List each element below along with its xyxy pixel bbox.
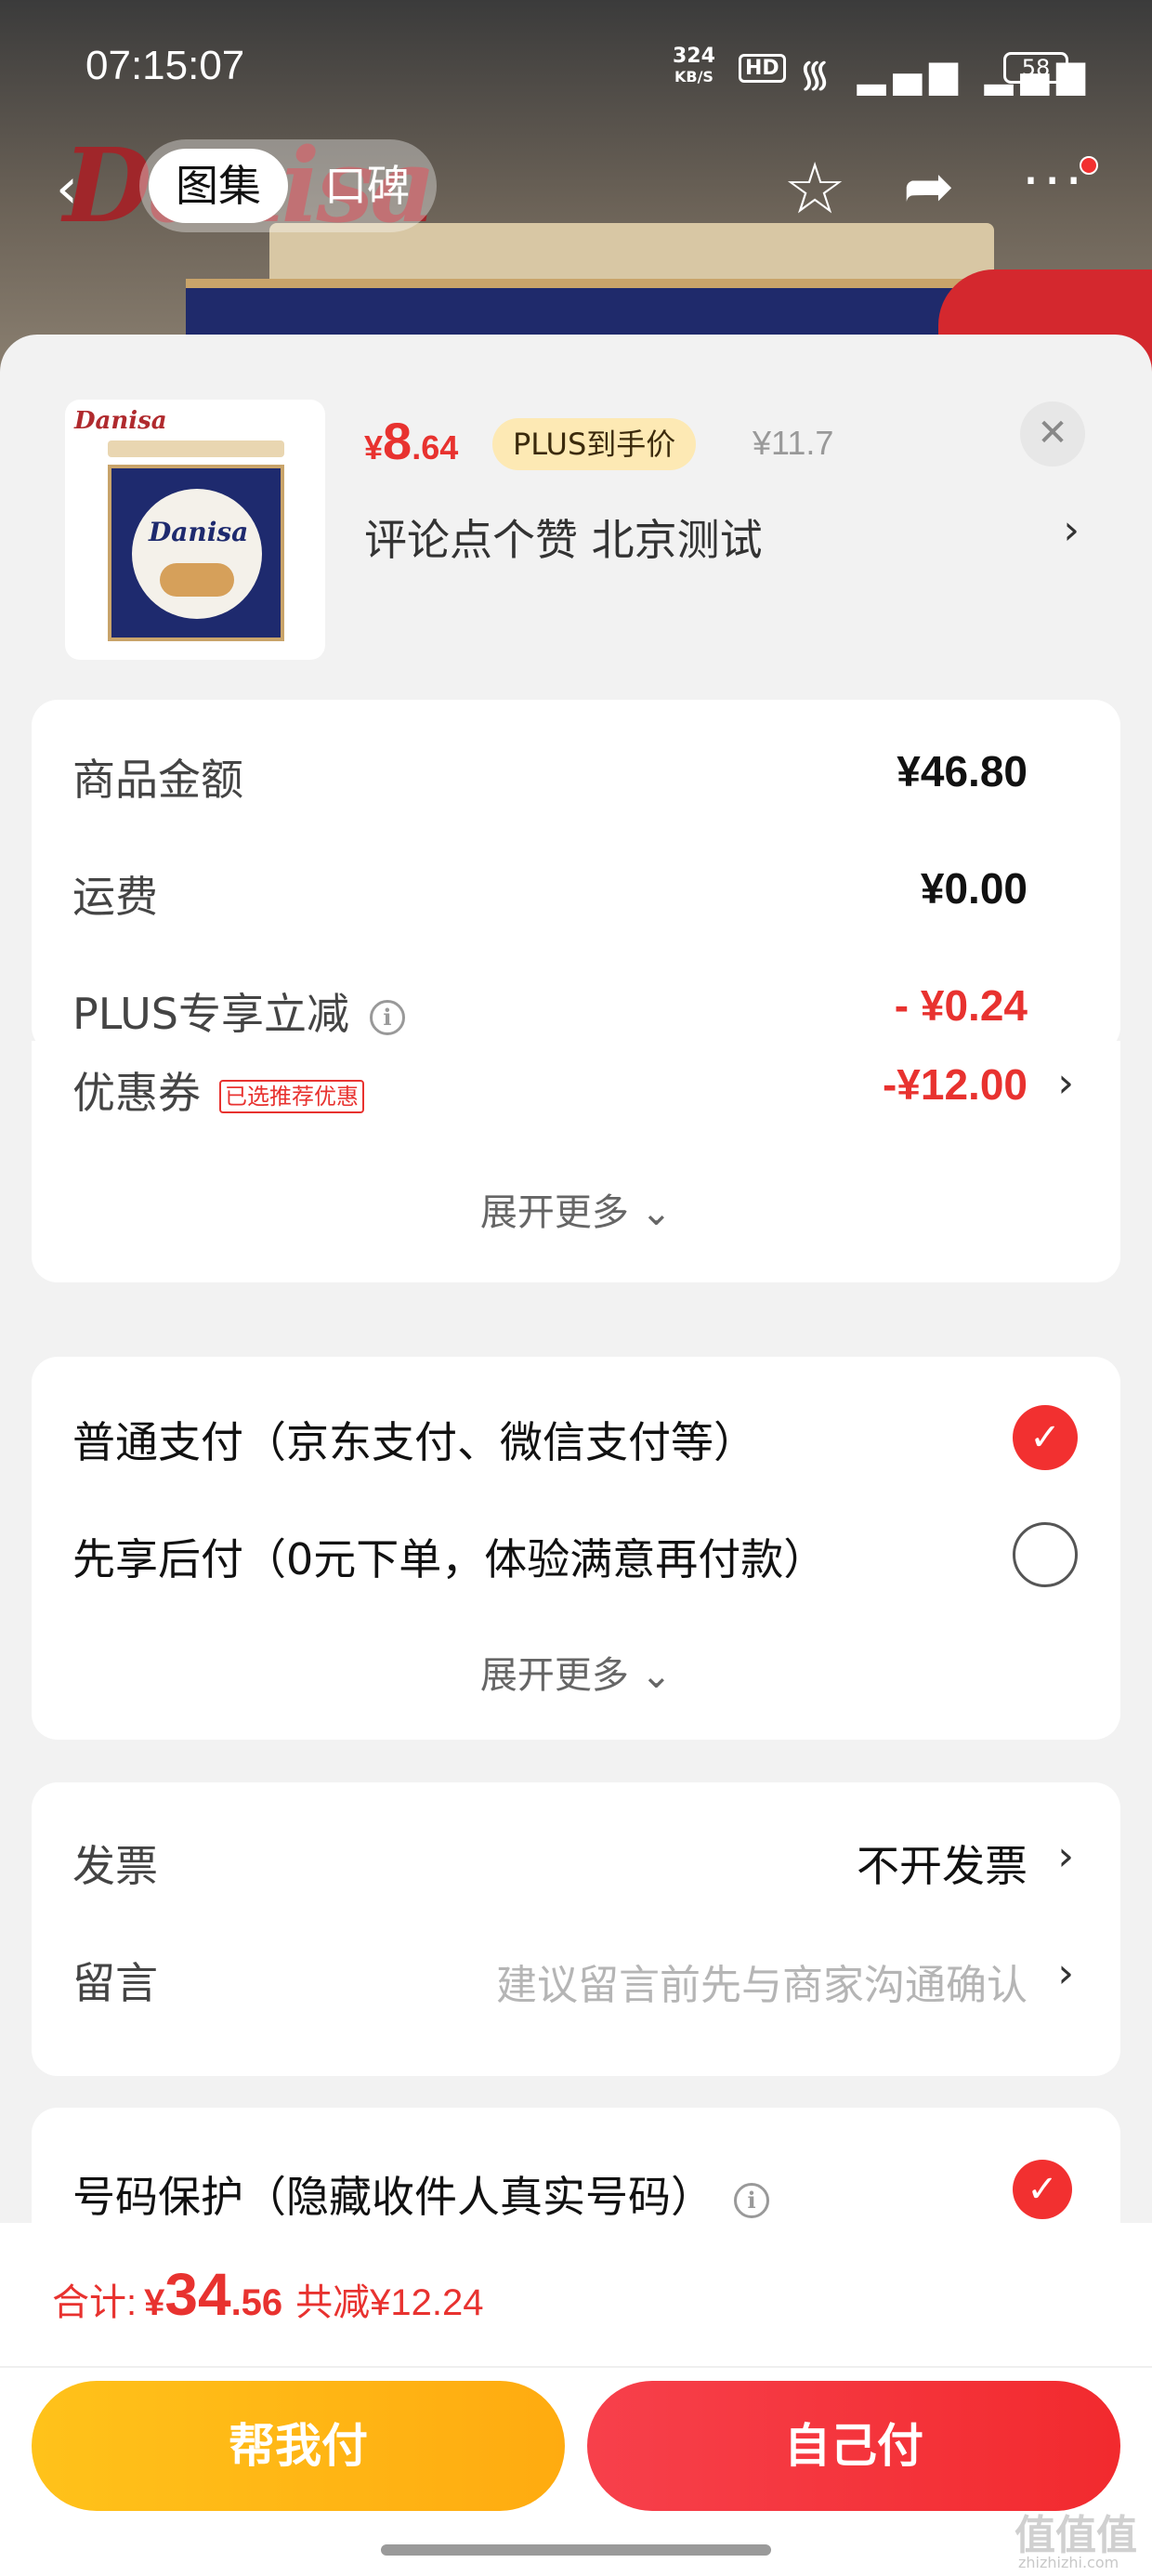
segment-control: 图集 口碑 — [139, 139, 437, 232]
watermark-url: zhizhizhi.com — [1018, 2554, 1119, 2571]
price-decimal: .64 — [412, 428, 459, 467]
battery-icon: 58 — [1003, 52, 1068, 84]
notification-dot — [1080, 156, 1098, 175]
message-input[interactable]: 建议留言前先与商家沟通确认 — [496, 1952, 1028, 2011]
tin-brand-logo: Danisa — [149, 517, 249, 547]
thumbnail-brand-logo: Danisa — [74, 407, 167, 435]
home-indicator[interactable] — [381, 2544, 771, 2556]
share-icon[interactable]: ➦ — [903, 151, 954, 222]
network-speed-value: 324 — [673, 45, 715, 68]
payment-later-radio[interactable] — [1013, 1522, 1078, 1587]
favorite-star-icon[interactable]: ☆ — [783, 147, 846, 230]
payment-normal-radio-checked[interactable]: ✓ — [1013, 1405, 1078, 1470]
coupon-value: -¥12.00 — [882, 1060, 1028, 1109]
goods-amount-value: ¥46.80 — [897, 747, 1028, 795]
network-speed: 324 KB/S — [673, 46, 715, 87]
coupon-label: 优惠券 — [72, 1068, 201, 1118]
total-decimal: .56 — [230, 2282, 283, 2323]
cookie-shape — [160, 563, 234, 597]
pay-myself-button[interactable]: 自己付 — [587, 2381, 1120, 2511]
chevron-right-icon[interactable]: › — [1057, 1059, 1074, 1107]
tab-gallery[interactable]: 图集 — [149, 149, 288, 223]
expand-more-button[interactable]: 展开更多 ⌄ — [32, 1645, 1120, 1699]
info-icon[interactable]: i — [369, 999, 405, 1035]
tab-reviews[interactable]: 口碑 — [307, 149, 427, 223]
coupon-section: 优惠券 已选推荐优惠 -¥12.00 › 展开更多 ⌄ — [32, 1041, 1120, 1282]
recommended-coupon-tag: 已选推荐优惠 — [219, 1079, 364, 1113]
chevron-right-icon: › — [1063, 506, 1080, 554]
expand-more-button[interactable]: 展开更多 ⌄ — [32, 1182, 1120, 1236]
order-total: 合计: ¥34.56 共减¥12.24 — [52, 2260, 484, 2329]
cookie-tin-image: Danisa — [108, 465, 284, 641]
close-button[interactable]: ✕ — [1020, 401, 1085, 467]
tin-label-circle: Danisa — [132, 489, 262, 619]
number-protection-checkbox-checked[interactable]: ✓ — [1013, 2160, 1072, 2219]
coupon-row[interactable]: 优惠券 已选推荐优惠 — [72, 1059, 364, 1121]
total-integer: 34 — [164, 2261, 231, 2328]
invoice-message-card: 发票 不开发票 › 留言 建议留言前先与商家沟通确认 › — [32, 1782, 1120, 2076]
status-bar: 07:15:07 324 KB/S HD ᯾ ▂▄▆ ▂▄▆ 58 — [0, 0, 1152, 130]
price-integer: 8 — [383, 412, 412, 470]
price-currency: ¥ — [364, 428, 384, 467]
invoice-label: 发票 — [72, 1841, 158, 1891]
plus-price: ¥8.64 — [364, 411, 458, 471]
plus-discount-label: PLUS专享立减 — [72, 989, 349, 1039]
back-icon[interactable]: ‹ — [56, 156, 78, 221]
plus-discount-value: - ¥0.24 — [894, 981, 1028, 1030]
more-icon[interactable]: ··· — [1022, 149, 1086, 214]
close-icon: ✕ — [1037, 412, 1068, 454]
chevron-right-icon[interactable]: › — [1057, 1833, 1074, 1880]
invoice-value[interactable]: 不开发票 — [857, 1833, 1028, 1894]
total-saving: 共减¥12.24 — [295, 2282, 484, 2323]
original-price: ¥11.7 — [753, 424, 834, 462]
thumbnail-cookie-strip — [108, 440, 284, 457]
chevron-right-icon[interactable]: › — [1057, 1950, 1074, 1997]
hd-icon: HD — [739, 54, 786, 83]
payment-method-card: 普通支付（京东支付、微信支付等） ✓ 先享后付（0元下单，体验满意再付款） 展开… — [32, 1357, 1120, 1740]
help-me-pay-button[interactable]: 帮我付 — [32, 2381, 565, 2511]
checkout-bottom-bar: 合计: ¥34.56 共减¥12.24 帮我付 自己付 值值值 zhizhizhi.… — [0, 2223, 1152, 2576]
spec-text: 评论点个赞 北京测试 — [364, 515, 763, 565]
shipping-value: ¥0.00 — [920, 864, 1028, 913]
top-nav: ‹ 图集 口碑 ☆ ➦ ··· — [0, 130, 1152, 242]
spec-selector[interactable]: 评论点个赞 北京测试 › — [364, 506, 1089, 572]
goods-amount-label: 商品金额 — [72, 755, 243, 805]
divider — [0, 2366, 1152, 2368]
payment-later-label[interactable]: 先享后付（0元下单，体验满意再付款） — [72, 1526, 826, 1587]
product-thumbnail: Danisa Danisa — [65, 400, 325, 660]
network-speed-unit: KB/S — [674, 68, 713, 85]
total-label: 合计: — [52, 2282, 137, 2323]
number-protection-row: 号码保护（隐藏收件人真实号码） i — [72, 2163, 769, 2225]
info-icon[interactable]: i — [734, 2182, 769, 2218]
message-label: 留言 — [72, 1958, 158, 2008]
plus-price-badge: PLUS到手价 — [492, 418, 697, 470]
payment-normal-label[interactable]: 普通支付（京东支付、微信支付等） — [72, 1409, 756, 1470]
number-protection-label: 号码保护（隐藏收件人真实号码） — [72, 2172, 713, 2222]
shipping-label: 运费 — [72, 872, 158, 922]
plus-discount-row: PLUS专享立减 i — [72, 980, 405, 1042]
total-currency: ¥ — [144, 2282, 165, 2323]
watermark-logo: 值值值 — [1015, 2512, 1137, 2559]
amount-summary-card: 商品金额 ¥46.80 运费 ¥0.00 PLUS专享立减 i - ¥0.24 — [32, 700, 1120, 1053]
status-time: 07:15:07 — [85, 43, 245, 88]
